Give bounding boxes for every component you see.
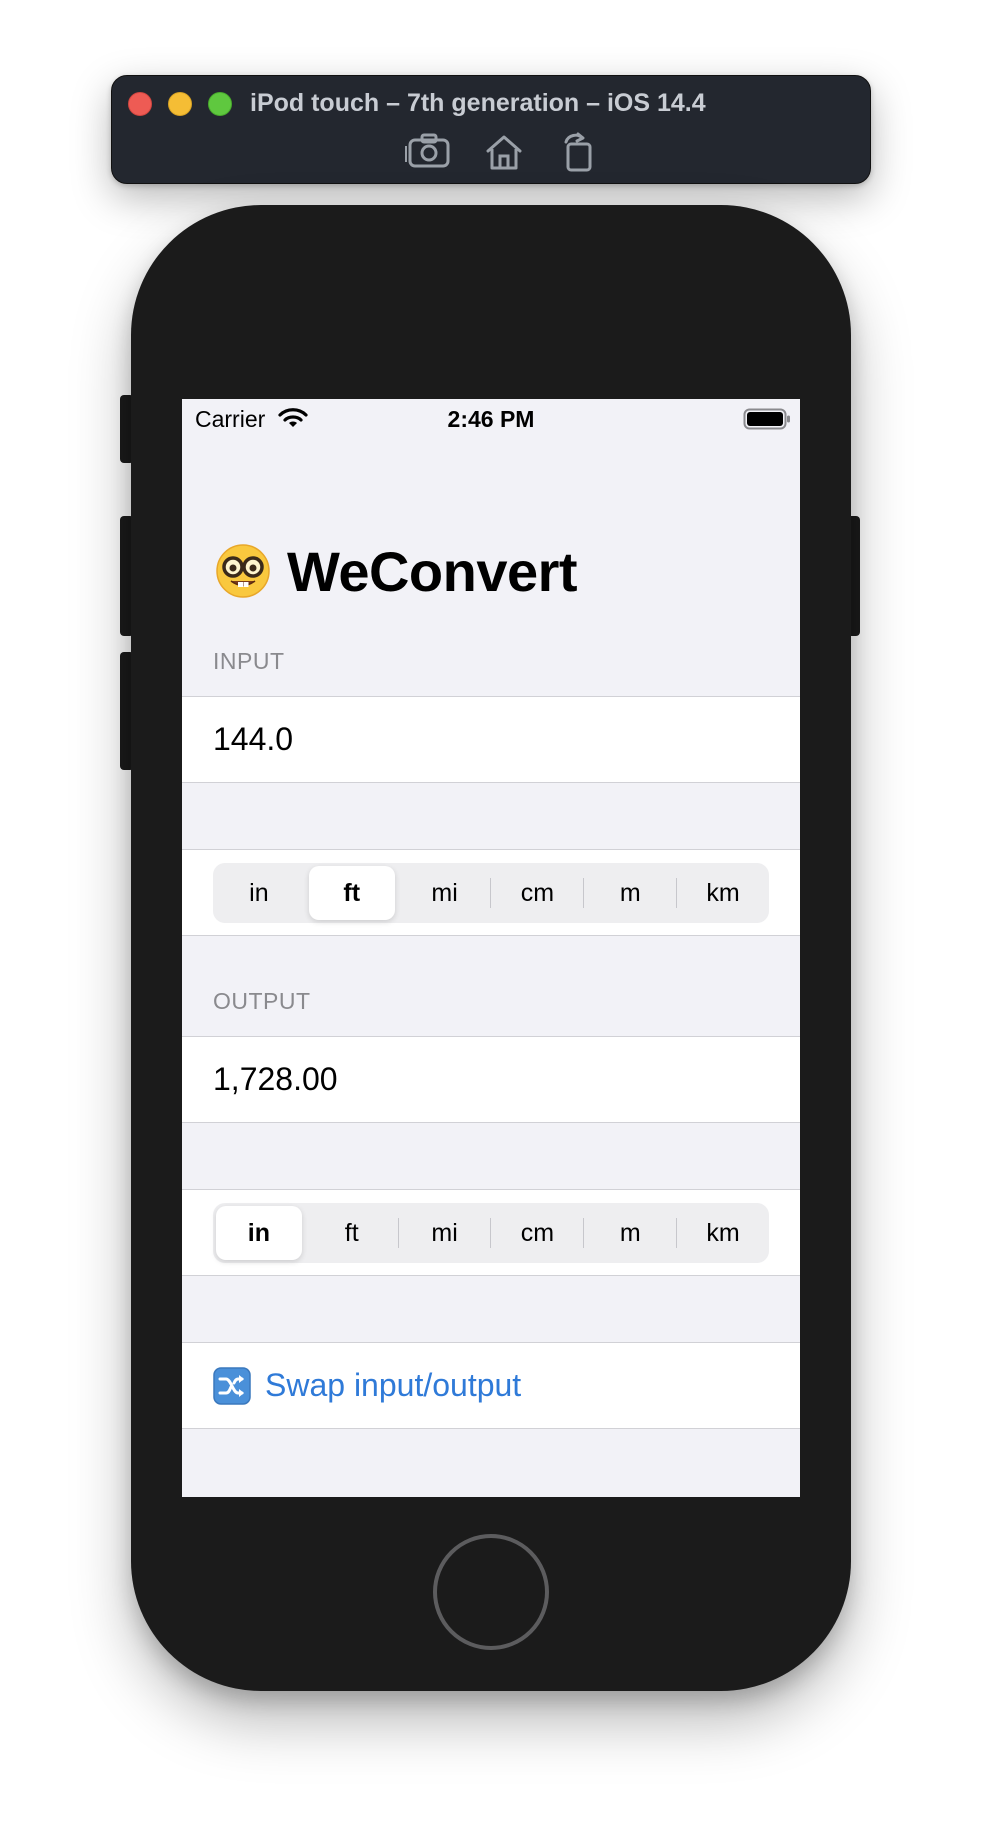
app-title: WeConvert	[287, 539, 578, 603]
device-screen: Carrier 2:46 PM WeConvert INPUT 144.0 in…	[182, 399, 800, 1497]
input-unit-ft[interactable]: ft	[308, 866, 395, 920]
output-value: 1,728.00	[213, 1061, 338, 1097]
swap-button[interactable]: Swap input/output	[182, 1342, 800, 1429]
output-unit-ft[interactable]: ft	[309, 1206, 395, 1260]
segment-divider	[398, 878, 399, 908]
nerd-face-emoji-icon	[216, 544, 270, 598]
segment-divider	[305, 1218, 306, 1248]
segment-divider	[305, 878, 306, 908]
stage: iPod touch – 7th generation – iOS 14.4 C	[0, 0, 982, 1840]
page-title: WeConvert	[215, 539, 578, 603]
output-unit-mi[interactable]: mi	[402, 1206, 488, 1260]
home-button[interactable]	[433, 1534, 549, 1650]
simulator-title: iPod touch – 7th generation – iOS 14.4	[250, 89, 706, 117]
swap-button-content[interactable]: Swap input/output	[213, 1343, 521, 1428]
output-unit-km[interactable]: km	[680, 1206, 766, 1260]
shuffle-icon	[213, 1366, 251, 1405]
output-unit-m[interactable]: m	[587, 1206, 673, 1260]
screenshot-icon[interactable]	[405, 130, 453, 174]
input-unit-km[interactable]: km	[680, 866, 766, 920]
output-unit-in[interactable]: in	[216, 1206, 302, 1260]
input-value-row[interactable]: 144.0	[182, 696, 800, 783]
segment-divider	[490, 1218, 492, 1248]
output-section-header: OUTPUT	[213, 988, 311, 1014]
input-unit-m[interactable]: m	[587, 866, 673, 920]
output-unit-cm[interactable]: cm	[494, 1206, 580, 1260]
input-unit-row: in ft mi cm m km	[182, 849, 800, 936]
close-window-button[interactable]	[128, 92, 152, 116]
battery-icon	[743, 408, 791, 430]
input-section-header: INPUT	[213, 648, 285, 674]
output-unit-picker[interactable]: in ft mi cm m km	[213, 1203, 769, 1263]
segment-divider	[397, 1218, 399, 1248]
input-unit-picker[interactable]: in ft mi cm m km	[213, 863, 769, 923]
segment-divider	[583, 1218, 585, 1248]
segment-divider	[583, 878, 585, 908]
segment-divider	[490, 878, 492, 908]
input-unit-in[interactable]: in	[216, 866, 302, 920]
output-value-row: 1,728.00	[182, 1036, 800, 1123]
zoom-window-button[interactable]	[208, 92, 232, 116]
input-unit-mi[interactable]: mi	[402, 866, 488, 920]
rotate-icon[interactable]	[556, 130, 604, 174]
status-time: 2:46 PM	[447, 406, 535, 432]
output-unit-row: in ft mi cm m km	[182, 1189, 800, 1276]
home-icon[interactable]	[480, 130, 528, 174]
segment-divider	[676, 1218, 678, 1248]
input-value-field[interactable]: 144.0	[213, 697, 293, 782]
input-unit-cm[interactable]: cm	[494, 866, 580, 920]
minimize-window-button[interactable]	[168, 92, 192, 116]
segment-divider	[676, 878, 678, 908]
swap-button-label[interactable]: Swap input/output	[265, 1367, 521, 1404]
status-bar: Carrier 2:46 PM	[182, 399, 800, 439]
